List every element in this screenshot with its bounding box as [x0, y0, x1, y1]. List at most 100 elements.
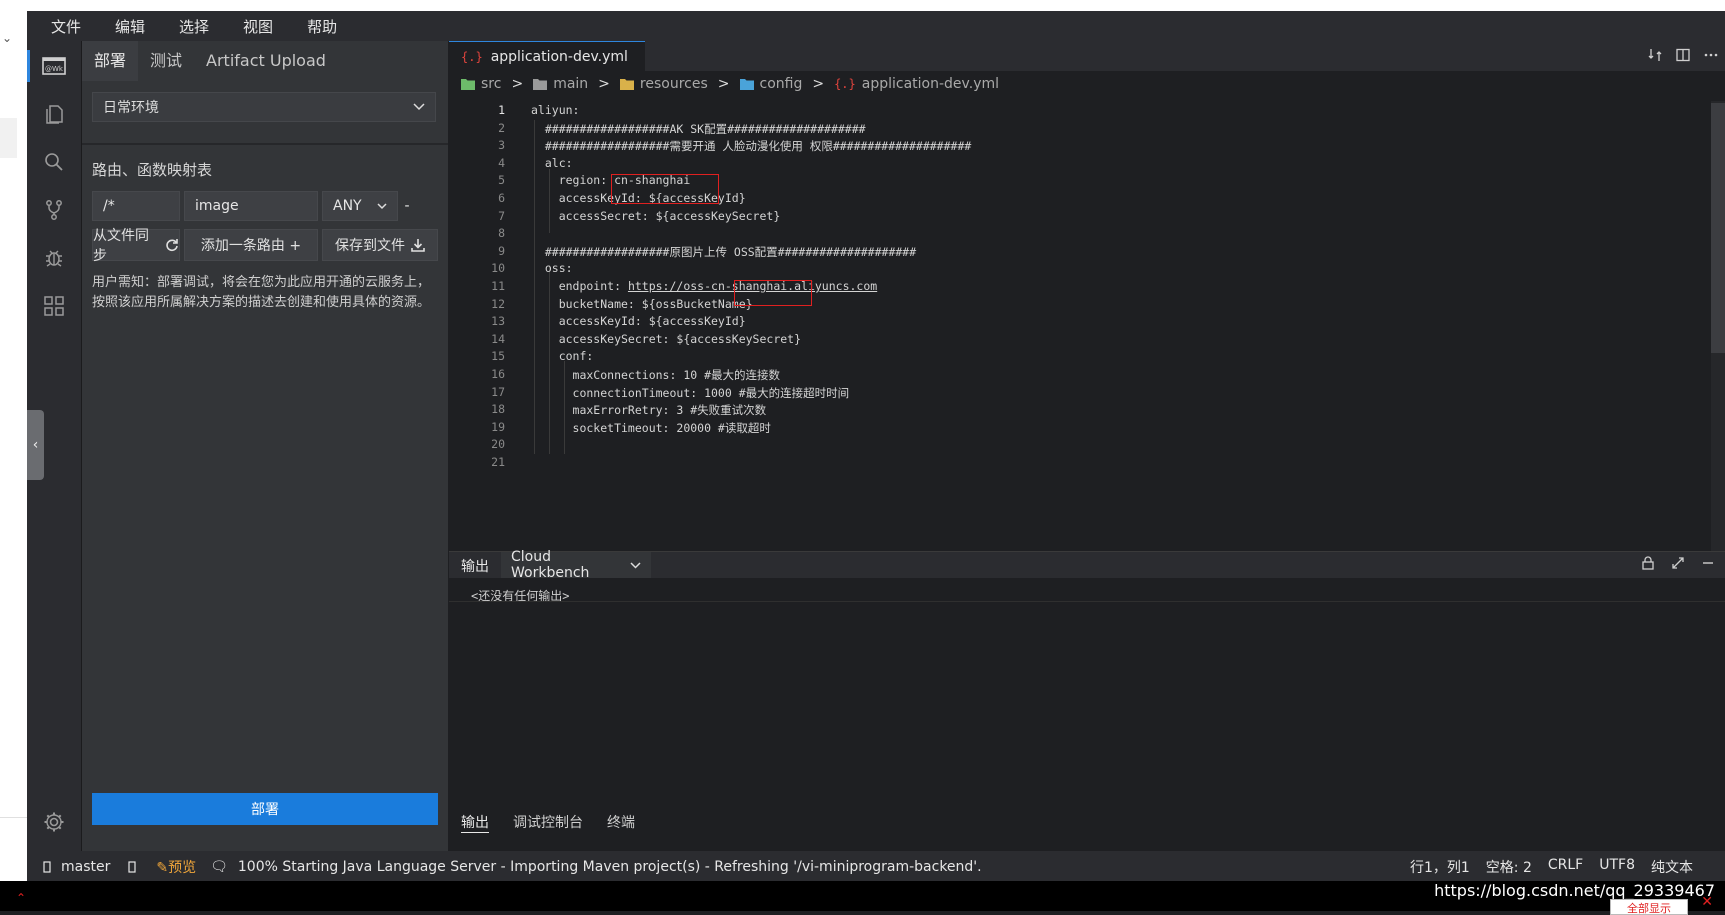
- breadcrumb-config[interactable]: config: [760, 76, 803, 92]
- selected-strip-item[interactable]: [0, 118, 17, 158]
- language-mode[interactable]: 纯文本: [1651, 857, 1693, 877]
- chevron-right-icon: >: [598, 76, 610, 92]
- save-to-file-button[interactable]: 保存到文件: [322, 229, 438, 261]
- folder-src-icon: [461, 78, 475, 90]
- chevron-down-icon: [413, 103, 425, 111]
- line-ending[interactable]: CRLF: [1548, 857, 1583, 877]
- tab-test[interactable]: 测试: [138, 41, 194, 81]
- add-route-button[interactable]: 添加一条路由 +: [184, 229, 318, 261]
- output-channel-select[interactable]: Cloud Workbench: [501, 549, 651, 581]
- close-icon[interactable]: ✕: [1701, 894, 1713, 910]
- tab-output[interactable]: 输出: [461, 812, 489, 833]
- code-text: ##################原图片上传 OSS配置###########…: [531, 244, 917, 259]
- menu-file[interactable]: 文件: [27, 16, 93, 37]
- tab-terminal[interactable]: 终端: [607, 812, 635, 832]
- maximize-panel-icon[interactable]: [1671, 556, 1685, 570]
- environment-select-value: 日常环境: [103, 100, 159, 116]
- breadcrumb-resources[interactable]: resources: [640, 76, 708, 92]
- menubar: 文件 编辑 选择 视图 帮助: [27, 11, 1725, 41]
- code-text: conf:: [531, 349, 594, 364]
- sync-from-file-label: 从文件同步: [93, 228, 149, 264]
- code-line: 15 conf:: [449, 349, 1699, 367]
- editor-actions: [1647, 47, 1719, 63]
- deploy-button[interactable]: 部署: [92, 793, 438, 825]
- explorer-icon[interactable]: [27, 92, 81, 136]
- code-text: endpoint: https://oss-cn-shanghai.aliyun…: [531, 279, 878, 293]
- chevron-right-icon: >: [717, 76, 730, 92]
- tab-artifact-upload[interactable]: Artifact Upload: [194, 41, 338, 81]
- preview-button[interactable]: ✎预览: [156, 857, 196, 877]
- code-text: aliyun:: [531, 103, 580, 117]
- chevron-up-icon[interactable]: ⌃: [16, 891, 26, 905]
- output-panel: 输出 Cloud Workbench <还没有任何输出> 输出 调试控制台 终端: [449, 549, 1725, 833]
- download-icon: [411, 238, 425, 252]
- chevron-left-icon: ‹: [32, 437, 39, 453]
- debug-icon[interactable]: [27, 236, 81, 280]
- code-text: accessSecret: ${accessKeySecret}: [531, 208, 781, 223]
- watermark: https://blog.csdn.net/qq_29339467: [1434, 881, 1715, 900]
- code-text: accessKeyId: ${accessKeyId}: [531, 314, 746, 329]
- message-icon: 🗨: [210, 859, 228, 875]
- panel-tabs: 输出 调试控制台 终端: [449, 808, 1725, 836]
- code-line: 13 accessKeyId: ${accessKeyId}: [449, 314, 1699, 332]
- code-editor[interactable]: 1 aliyun: 2 ##################AK SK配置####…: [449, 103, 1711, 513]
- environment-select[interactable]: 日常环境: [92, 92, 436, 122]
- route-path-input[interactable]: /*: [92, 191, 180, 221]
- route-method-select[interactable]: ANY: [322, 191, 398, 221]
- code-text: maxConnections: 10 #最大的连接数: [531, 368, 781, 382]
- lock-output-icon[interactable]: [1641, 556, 1655, 570]
- search-icon[interactable]: [27, 140, 81, 184]
- editor-area: {.} application-dev.yml src > main > res…: [449, 41, 1725, 551]
- compare-changes-icon[interactable]: [1647, 47, 1663, 63]
- status-left: master ✎预览 🗨 100% Starting Java Language…: [43, 857, 982, 877]
- show-all-button[interactable]: 全部显示: [1610, 899, 1688, 915]
- branch-name[interactable]: master: [61, 859, 110, 875]
- code-line: 18 maxErrorRetry: 3 #失败重试次数: [449, 402, 1699, 420]
- code-line: 10 oss:: [449, 261, 1699, 279]
- line-number: 21: [491, 455, 505, 469]
- breadcrumb-main[interactable]: main: [553, 76, 588, 92]
- line-number: 14: [491, 331, 505, 346]
- line-number: 13: [491, 314, 505, 329]
- more-actions-icon[interactable]: [1703, 47, 1719, 63]
- bottom-bar: ⌃ https://blog.csdn.net/qq_29339467 全部显示…: [0, 881, 1725, 915]
- sync-from-file-button[interactable]: 从文件同步: [92, 228, 180, 264]
- line-number: 16: [491, 367, 505, 381]
- sync-status-icon[interactable]: [128, 861, 136, 873]
- status-right: 行1，列1 空格: 2 CRLF UTF8 纯文本: [1410, 857, 1693, 877]
- chevron-down-icon[interactable]: ⌄: [2, 31, 12, 45]
- code-text: ##################AK SK配置###############…: [531, 121, 866, 136]
- collapse-panel-handle[interactable]: ‹: [27, 410, 44, 480]
- menu-view[interactable]: 视图: [221, 16, 285, 37]
- code-line: 16 maxConnections: 10 #最大的连接数: [449, 367, 1699, 385]
- indentation[interactable]: 空格: 2: [1486, 857, 1532, 877]
- output-panel-header: 输出 Cloud Workbench: [449, 549, 1725, 581]
- code-text: alc:: [531, 155, 573, 170]
- route-remove-button[interactable]: -: [400, 191, 414, 221]
- code-text: oss:: [531, 261, 573, 276]
- editor-scrollbar-thumb[interactable]: [1711, 103, 1725, 353]
- cursor-position[interactable]: 行1，列1: [1410, 857, 1470, 877]
- code-line: 8: [449, 226, 1699, 244]
- breadcrumb-file[interactable]: application-dev.yml: [862, 76, 999, 92]
- extensions-icon[interactable]: [27, 284, 81, 328]
- output-panel-actions: [1641, 556, 1715, 570]
- source-control-icon[interactable]: [27, 188, 81, 232]
- menu-edit[interactable]: 编辑: [93, 16, 157, 37]
- split-editor-icon[interactable]: [1675, 47, 1691, 63]
- menu-select[interactable]: 选择: [157, 16, 221, 37]
- deploy-view-icon[interactable]: @Wk: [27, 44, 81, 88]
- tab-deploy[interactable]: 部署: [82, 41, 139, 81]
- chevron-down-icon: [630, 561, 641, 569]
- svg-text:@Wk: @Wk: [45, 65, 64, 73]
- breadcrumb-src[interactable]: src: [481, 76, 501, 92]
- encoding[interactable]: UTF8: [1599, 857, 1635, 877]
- tab-debug-console[interactable]: 调试控制台: [513, 812, 583, 832]
- route-function-input[interactable]: image: [184, 191, 318, 221]
- code-line: 14 accessKeySecret: ${accessKeySecret}: [449, 332, 1699, 350]
- editor-tab-application-dev-yml[interactable]: {.} application-dev.yml: [449, 41, 645, 71]
- menu-help[interactable]: 帮助: [285, 16, 349, 37]
- route-method-value: ANY: [333, 198, 362, 214]
- minimize-panel-icon[interactable]: [1701, 556, 1715, 570]
- gear-icon[interactable]: [27, 800, 81, 844]
